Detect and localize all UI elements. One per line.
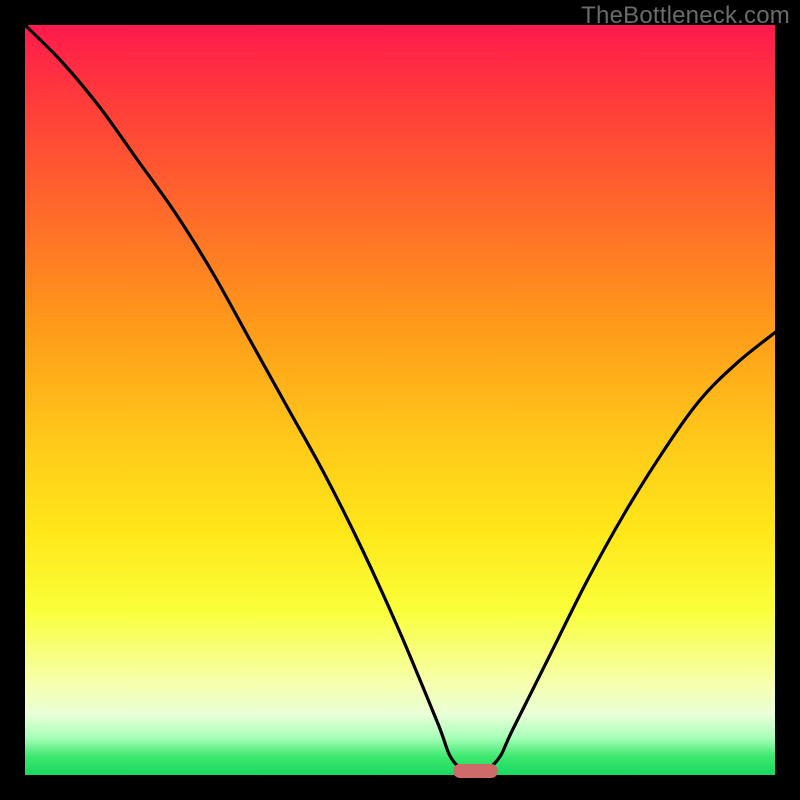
chart-frame: TheBottleneck.com <box>0 0 800 800</box>
plot-area <box>25 25 775 775</box>
optimal-marker <box>453 764 498 778</box>
watermark-text: TheBottleneck.com <box>581 2 790 30</box>
bottleneck-curve <box>25 25 775 775</box>
